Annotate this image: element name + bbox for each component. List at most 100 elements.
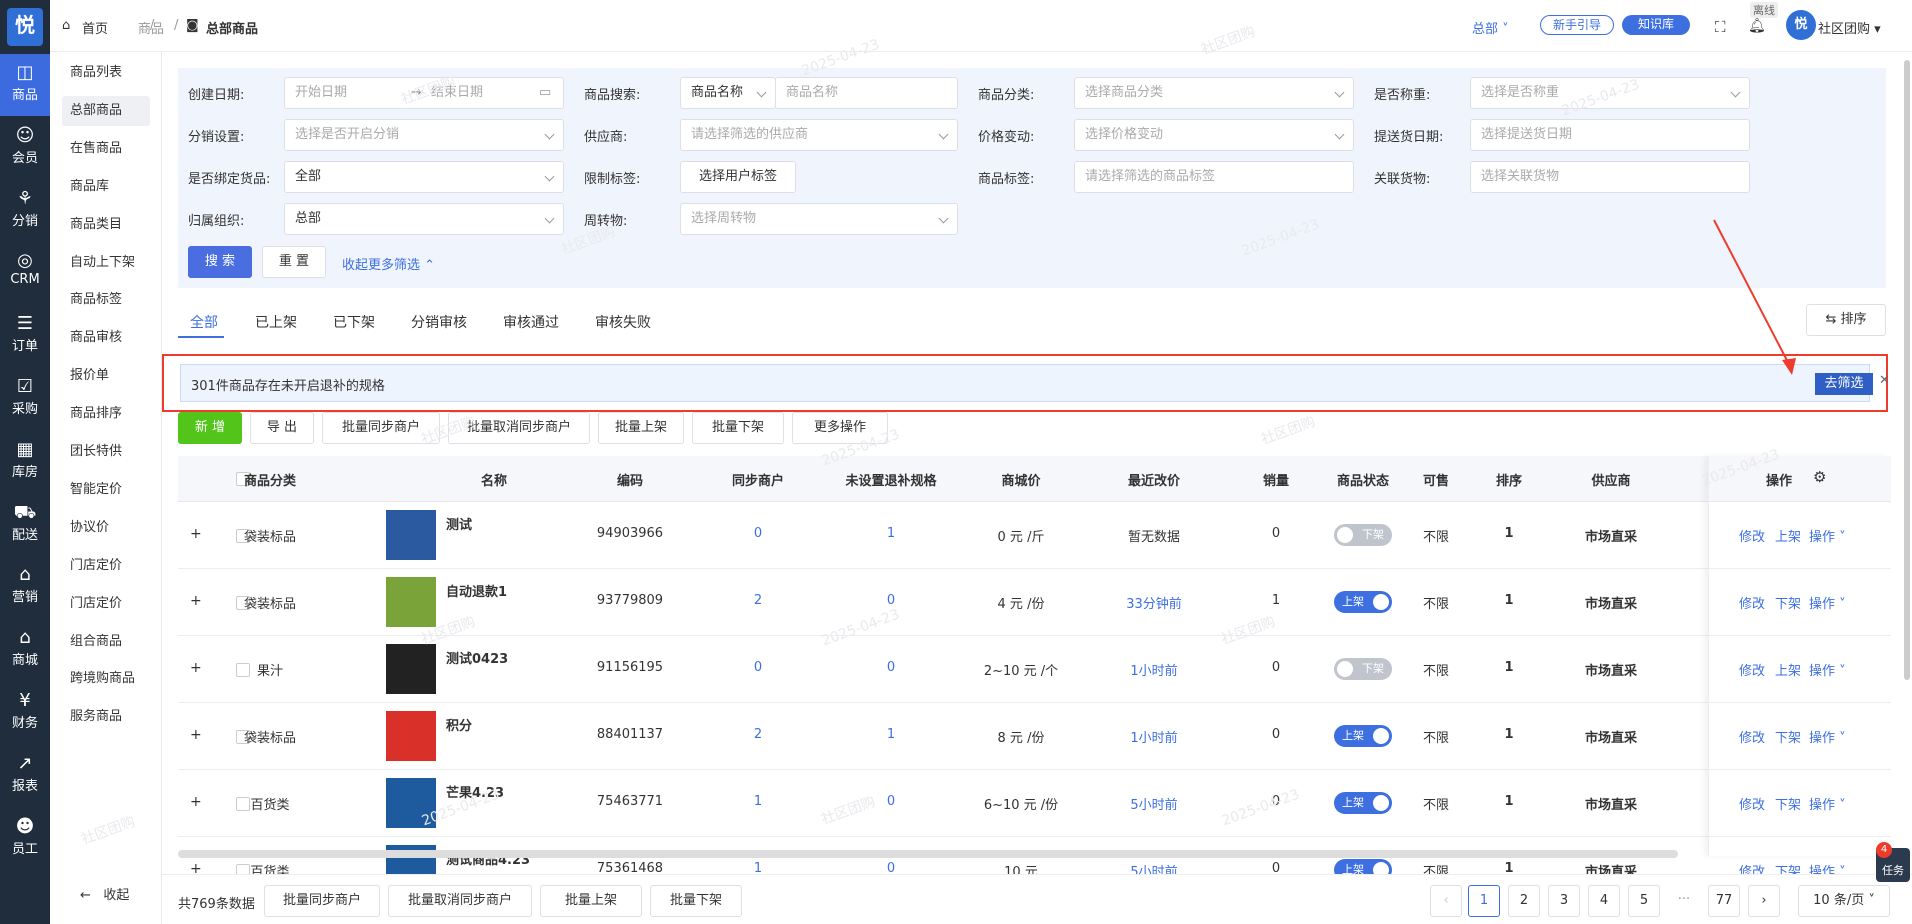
rail-item-purchase[interactable]: ☑ 采购 [0,368,50,430]
supplier-select[interactable]: 请选择筛选的供应商 [680,119,958,151]
search-button[interactable]: 搜 索 [188,246,252,278]
select-user-tag-button[interactable]: 选择用户标签 [680,161,796,193]
bind-select[interactable]: 全部 [284,161,564,193]
status-toggle[interactable]: 上架 [1334,591,1392,613]
footer-action-1[interactable]: 批量取消同步商户 [388,885,532,917]
more-ops-dropdown[interactable]: 操作 ˅ [1809,794,1846,813]
turnover-select[interactable]: 选择周转物 [680,203,958,235]
close-icon[interactable]: ✕ [1879,373,1890,388]
rail-item-report[interactable]: ↗ 报表 [0,745,50,807]
page-1[interactable]: 1 [1468,885,1500,917]
horizontal-scrollbar[interactable] [178,850,1678,858]
search-type-select[interactable]: 商品名称 [680,77,776,109]
more-ops-dropdown[interactable]: 操作 ˅ [1809,526,1846,545]
product-name[interactable]: 测试 [446,514,472,533]
rail-item-goods[interactable]: ◫ 商品 [0,54,50,116]
sub-menu-item[interactable]: 总部商品 [62,95,150,126]
status-toggle[interactable]: 上架 [1334,725,1392,747]
prev-page-button[interactable]: ‹ [1430,885,1462,917]
unset-refund-count[interactable]: 1 [820,727,962,742]
unset-refund-count[interactable]: 0 [820,593,962,608]
toggle-shelf-link[interactable]: 下架 [1775,794,1801,813]
rail-item-marketing[interactable]: ⌂ 营销 [0,556,50,618]
next-page-button[interactable]: › [1748,885,1780,917]
reset-button[interactable]: 重 置 [262,246,326,278]
sync-count[interactable]: 2 [720,727,796,742]
goods-tag-input[interactable]: 请选择筛选的商品标签 [1074,161,1354,193]
fullscreen-icon[interactable]: ⛶ [1715,18,1726,36]
sub-menu-item[interactable]: 在售商品 [62,134,150,164]
page-2[interactable]: 2 [1508,885,1540,917]
vertical-scrollbar[interactable] [1904,60,1910,680]
footer-action-3[interactable]: 批量下架 [650,885,742,917]
sub-menu-item[interactable]: 组合商品 [62,627,150,657]
action-button-5[interactable]: 批量下架 [692,412,784,444]
sub-menu-item[interactable]: 商品库 [62,172,150,202]
expand-icon[interactable]: + [190,593,202,609]
rail-item-staff[interactable]: ☻ 员工 [0,808,50,870]
home-icon[interactable]: ⌂ [62,18,70,33]
expand-icon[interactable]: + [190,526,202,542]
unset-refund-count[interactable]: 0 [820,794,962,809]
product-name[interactable]: 芒果4.23 [446,782,504,801]
rail-item-warehouse[interactable]: ▦ 库房 [0,431,50,493]
product-name[interactable]: 测试0423 [446,648,508,667]
edit-link[interactable]: 修改 [1739,660,1765,679]
toggle-shelf-link[interactable]: 下架 [1775,593,1801,612]
sync-count[interactable]: 1 [720,794,796,809]
sort-button[interactable]: ⇆ 排序 [1806,304,1886,336]
breadcrumb-home[interactable]: 首页 [82,18,108,37]
sub-menu-item[interactable]: 智能定价 [62,475,150,505]
action-button-2[interactable]: 批量同步商户 [322,412,440,444]
sub-menu-item[interactable]: 团长特供 [62,437,150,467]
collapse-menu-button[interactable]: ← 收起 [80,884,129,903]
sub-menu-item[interactable]: 报价单 [62,361,150,391]
edit-link[interactable]: 修改 [1739,593,1765,612]
page-3[interactable]: 3 [1548,885,1580,917]
sub-menu-item[interactable]: 商品排序 [62,399,150,429]
action-button-1[interactable]: 导 出 [250,412,314,444]
action-button-3[interactable]: 批量取消同步商户 [448,412,590,444]
recent-price-change[interactable]: 33分钟前 [1092,593,1216,612]
status-toggle[interactable]: 上架 [1334,792,1392,814]
status-toggle[interactable]: 下架 [1334,524,1392,546]
expand-icon[interactable]: + [190,727,202,743]
action-button-4[interactable]: 批量上架 [598,412,684,444]
created-date-range[interactable]: 开始日期 → 结束日期 ▭ [284,77,564,109]
edit-link[interactable]: 修改 [1739,794,1765,813]
weigh-select[interactable]: 选择是否称重 [1470,77,1750,109]
sub-menu-item[interactable]: 跨境购商品 [62,664,150,694]
rail-item-dist[interactable]: ⚘ 分销 [0,180,50,242]
task-button[interactable]: 4 任务 [1876,842,1910,882]
toggle-shelf-link[interactable]: 上架 [1775,660,1801,679]
sub-menu-item[interactable]: 商品列表 [62,58,150,88]
sync-count[interactable]: 0 [720,526,796,541]
toggle-shelf-link[interactable]: 下架 [1775,727,1801,746]
avatar[interactable]: 悦 [1786,10,1816,40]
product-name[interactable]: 自动退款1 [446,581,507,600]
category-select[interactable]: 选择商品分类 [1074,77,1354,109]
tab-2[interactable]: 已下架 [333,312,375,332]
knowledge-base-button[interactable]: 知识库 [1622,15,1690,35]
status-toggle[interactable]: 下架 [1334,658,1392,680]
recent-price-change[interactable]: 1小时前 [1092,727,1216,746]
tab-5[interactable]: 审核失败 [595,312,651,332]
more-ops-dropdown[interactable]: 操作 ˅ [1809,727,1846,746]
rail-item-finance[interactable]: ¥ 财务 [0,682,50,744]
dist-select[interactable]: 选择是否开启分销 [284,119,564,151]
action-button-0[interactable]: 新 增 [178,412,242,444]
settings-gear-icon[interactable]: ⚙ [1813,468,1826,486]
user-menu[interactable]: 社区团购 ▾ [1818,18,1881,37]
tab-4[interactable]: 审核通过 [503,312,559,332]
go-filter-button[interactable]: 去筛选 [1815,373,1873,395]
org-select[interactable]: 总部 [284,203,564,235]
collapse-filter-link[interactable]: 收起更多筛选 ⌃ [342,254,435,273]
rail-item-member[interactable]: ☺ 会员 [0,117,50,179]
expand-icon[interactable]: + [190,660,202,676]
sub-menu-item[interactable]: 商品审核 [62,323,150,353]
org-dropdown[interactable]: 总部 ˅ [1472,18,1509,37]
page-size-select[interactable]: 10 条/页 ˅ [1798,885,1890,917]
footer-action-2[interactable]: 批量上架 [540,885,642,917]
rail-item-order[interactable]: ☰ 订单 [0,305,50,367]
tab-3[interactable]: 分销审核 [411,312,467,332]
